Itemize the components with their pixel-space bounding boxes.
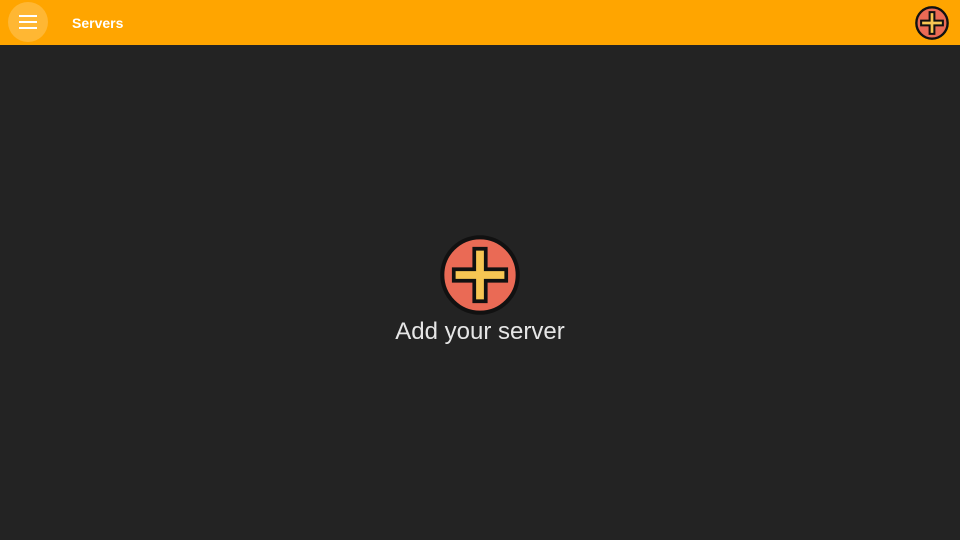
add-server-button[interactable] bbox=[915, 6, 949, 40]
menu-button[interactable] bbox=[8, 2, 48, 42]
add-circle-icon[interactable] bbox=[439, 234, 521, 316]
add-your-server-label: Add your server bbox=[395, 318, 565, 345]
app-window: Servers Add your server bbox=[0, 0, 960, 540]
servers-content: Add your server bbox=[0, 45, 960, 540]
add-your-server-empty-state[interactable]: Add your server bbox=[380, 234, 580, 354]
add-circle-icon bbox=[915, 6, 949, 40]
top-app-bar: Servers bbox=[0, 0, 960, 45]
add-circle-graphic bbox=[440, 235, 520, 315]
page-title: Servers bbox=[72, 15, 124, 31]
hamburger-menu-icon bbox=[19, 15, 37, 29]
